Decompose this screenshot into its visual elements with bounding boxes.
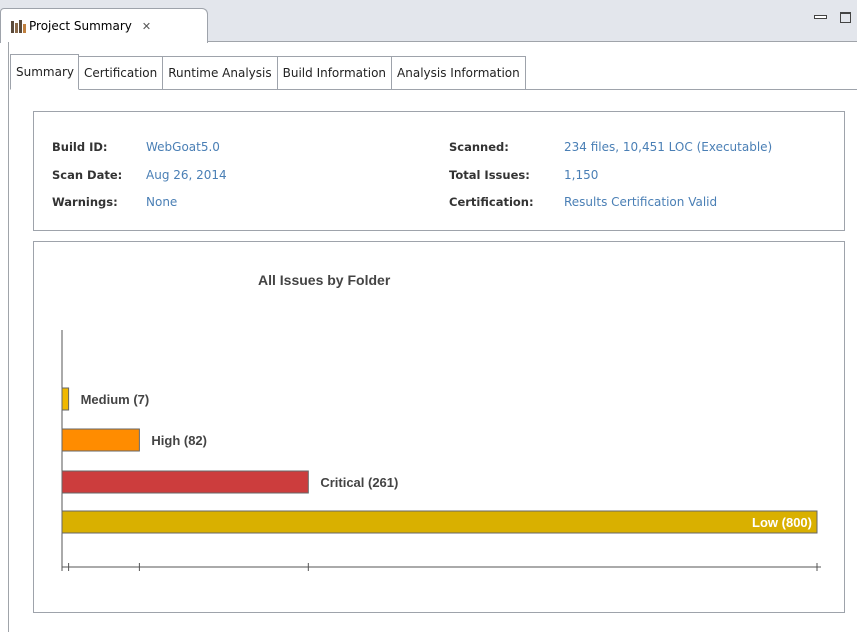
build-info-panel: Build ID: WebGoat5.0 Scan Date: Aug 26, … <box>33 111 845 231</box>
certification-value: Results Certification Valid <box>564 195 718 209</box>
bar-label-high: High (82) <box>151 433 207 448</box>
issues-bar-chart: Medium (7) High (82) Critical (261) Low (80… <box>61 330 821 571</box>
bar-low <box>61 510 818 534</box>
project-summary-icon <box>11 19 26 33</box>
tab-analysis-information[interactable]: Analysis Information <box>392 56 526 90</box>
view-header: Project Summary ✕ <box>0 0 857 43</box>
bar-high <box>61 428 140 452</box>
bar-critical <box>61 470 309 494</box>
tab-certification[interactable]: Certification <box>79 56 164 90</box>
bar-label-medium: Medium (7) <box>81 392 150 407</box>
bar-medium <box>61 387 70 411</box>
view-controls <box>814 12 851 23</box>
maximize-icon[interactable] <box>840 12 851 23</box>
scan-date-value: Aug 26, 2014 <box>146 168 227 182</box>
bar-label-critical: Critical (261) <box>320 475 398 490</box>
tab-build-information[interactable]: Build Information <box>277 56 393 90</box>
view-tab-project-summary[interactable]: Project Summary ✕ <box>0 8 208 43</box>
scanned-value: 234 files, 10,451 LOC (Executable) <box>564 140 773 154</box>
tab-runtime-analysis[interactable]: Runtime Analysis <box>163 56 278 90</box>
bar-label-low: Low (800) <box>752 515 812 530</box>
view-tab-title: Project Summary <box>29 19 132 33</box>
issues-chart-panel: All Issues by Folder Medium (7) High (82)… <box>33 241 845 613</box>
total-issues-value: 1,150 <box>564 168 599 182</box>
total-issues-label: Total Issues: <box>449 168 530 182</box>
build-id-label: Build ID: <box>52 140 108 154</box>
close-icon[interactable]: ✕ <box>142 20 151 33</box>
minimize-icon[interactable] <box>814 12 827 22</box>
warnings-label: Warnings: <box>52 195 118 209</box>
build-id-value: WebGoat5.0 <box>146 140 220 154</box>
scanned-label: Scanned: <box>449 140 509 154</box>
certification-label: Certification: <box>449 195 534 209</box>
tab-summary[interactable]: Summary <box>10 54 79 90</box>
inner-tab-bar: Summary Certification Runtime Analysis B… <box>10 54 526 90</box>
scan-date-label: Scan Date: <box>52 168 123 182</box>
warnings-value: None <box>146 195 178 209</box>
